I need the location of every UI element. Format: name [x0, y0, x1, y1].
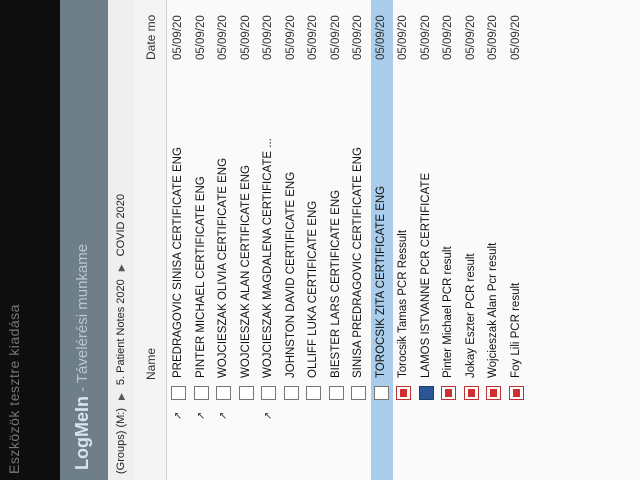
document-icon [283, 386, 299, 400]
window-title: Eszközök tesztre kiadása [6, 304, 22, 474]
file-list: ↗ PREDRAGOVIC SINISA CERTIFICATE ENG 05/09… [168, 0, 528, 480]
breadcrumb-item[interactable]: 5. Patient Notes 2020 [115, 279, 127, 385]
file-row[interactable]: LAMOS ISTVANNE PCR CERTIFICATE 05/09/20 [416, 0, 439, 480]
file-row[interactable]: Wojcieszak Alan Pcr result 05/09/20 [483, 0, 506, 480]
file-name: TOROCSIK ZITA CERTIFICATE ENG [374, 185, 387, 378]
file-row[interactable]: TOROCSIK ZITA CERTIFICATE ENG 05/09/20 [370, 0, 393, 480]
column-header-row: Name Date mo [134, 0, 167, 480]
file-name: Foy Lili PCR result [509, 282, 522, 378]
file-row[interactable]: BIESTER LARS CERTIFICATE ENG 05/09/20 [326, 0, 349, 480]
monitor-bezel: Eszközök tesztre kiadása [0, 0, 60, 480]
pdf-icon [463, 386, 479, 400]
pin-icon: ↗ [263, 411, 274, 420]
file-explorer: (Groups) (M:) ▶ 5. Patient Notes 2020 ▶ … [108, 0, 640, 480]
file-name: Wojcieszak Alan Pcr result [487, 242, 499, 378]
pdf-icon [441, 386, 456, 400]
file-name: JOHNSTON DAVID CERTIFICATE ENG [284, 171, 297, 378]
file-date: 05/09/20 [487, 15, 499, 60]
logmein-brand: LogMeIn [72, 396, 92, 470]
file-row[interactable]: Foy Lili PCR result 05/09/20 [506, 0, 529, 480]
pdf-icon [508, 386, 524, 400]
document-icon [328, 386, 344, 400]
file-date: 05/09/20 [464, 15, 477, 60]
file-row[interactable]: ↗ WOJCIESZAK OLIVIA CERTIFICATE ENG 05/09/… [213, 0, 236, 480]
file-date: 05/09/20 [397, 15, 409, 60]
document-icon [216, 386, 231, 400]
pin-icon: ↗ [173, 411, 184, 420]
document-icon [171, 386, 186, 400]
file-row[interactable]: Torocsik Tamas PCR Ressult 05/09/20 [393, 0, 416, 480]
file-name: Pinter Michael PCR result [442, 246, 454, 378]
file-date: 05/09/20 [329, 15, 342, 60]
breadcrumb-item[interactable]: COVID 2020 [115, 194, 127, 256]
document-icon [306, 386, 321, 400]
file-date: 05/09/20 [307, 15, 319, 60]
file-row[interactable]: SINISA PREDRAGOVIC CERTIFICATE ENG 05/09/… [348, 0, 371, 480]
pin-icon: ↗ [195, 411, 207, 420]
file-name: Jokay Eszter PCR result [464, 253, 477, 378]
file-row[interactable]: Jokay Eszter PCR result 05/09/20 [461, 0, 484, 480]
file-date: 05/09/20 [284, 15, 297, 60]
file-row[interactable]: ↗ PINTER MICHAEL CERTIFICATE ENG 05/09/20 [191, 0, 214, 480]
breadcrumb-item[interactable]: (Groups) (M:) [115, 408, 127, 474]
document-icon [351, 386, 366, 400]
document-icon [373, 386, 389, 400]
file-date: 05/09/20 [509, 15, 522, 60]
file-name: SINISA PREDRAGOVIC CERTIFICATE ENG [352, 147, 364, 378]
column-header-name[interactable]: Name [144, 348, 158, 380]
file-date: 05/09/20 [172, 15, 184, 60]
file-date: 05/09/20 [239, 15, 252, 60]
document-icon [238, 386, 254, 400]
column-header-date[interactable]: Date mo [144, 15, 158, 60]
file-name: PREDRAGOVIC SINISA CERTIFICATE ENG [172, 147, 184, 378]
logmein-titlebar: LogMeIn - Távelérési munkame [60, 0, 108, 480]
file-date: 05/09/20 [442, 15, 454, 60]
document-icon [261, 386, 276, 400]
file-name: PINTER MICHAEL CERTIFICATE ENG [194, 176, 207, 378]
file-date: 05/09/20 [374, 15, 387, 60]
file-row[interactable]: OLLIFF LUKA CERTIFICATE ENG 05/09/20 [303, 0, 326, 480]
file-name: LAMOS ISTVANNE PCR CERTIFICATE [419, 172, 432, 378]
breadcrumb: (Groups) (M:) ▶ 5. Patient Notes 2020 ▶ … [108, 0, 135, 480]
file-row[interactable]: ↗ PREDRAGOVIC SINISA CERTIFICATE ENG 05/09… [168, 0, 191, 480]
file-row[interactable]: WOJCIESZAK ALAN CERTIFICATE ENG 05/09/20 [236, 0, 259, 480]
rotated-photo-scene: Eszközök tesztre kiadása LogMeIn - Tável… [0, 0, 640, 480]
document-icon [193, 386, 209, 400]
pin-icon: ↗ [218, 411, 229, 420]
file-row[interactable]: JOHNSTON DAVID CERTIFICATE ENG 05/09/20 [281, 0, 304, 480]
file-name: BIESTER LARS CERTIFICATE ENG [329, 189, 342, 378]
file-date: 05/09/20 [262, 15, 274, 60]
chevron-right-icon: ▶ [115, 264, 126, 272]
chevron-right-icon: ▶ [115, 393, 126, 400]
file-date: 05/09/20 [217, 15, 229, 60]
file-name: WOJCIESZAK OLIVIA CERTIFICATE ENG [217, 157, 229, 378]
file-date: 05/09/20 [419, 15, 432, 60]
pdf-icon [396, 386, 411, 400]
file-name: WOJCIESZAK ALAN CERTIFICATE ENG [239, 165, 252, 378]
word-icon [418, 386, 434, 400]
file-row[interactable]: Pinter Michael PCR result 05/09/20 [438, 0, 461, 480]
logmein-subtitle: - Távelérési munkame [74, 243, 91, 392]
file-name: OLLIFF LUKA CERTIFICATE ENG [307, 200, 319, 378]
file-row[interactable]: ↗ WOJCIESZAK MAGDALENA CERTIFICATE ... 05/… [258, 0, 281, 480]
file-date: 05/09/20 [352, 15, 364, 60]
file-name: Torocsik Tamas PCR Ressult [397, 229, 409, 378]
file-date: 05/09/20 [194, 15, 207, 60]
pdf-icon [486, 386, 501, 400]
file-name: WOJCIESZAK MAGDALENA CERTIFICATE ... [262, 138, 274, 378]
